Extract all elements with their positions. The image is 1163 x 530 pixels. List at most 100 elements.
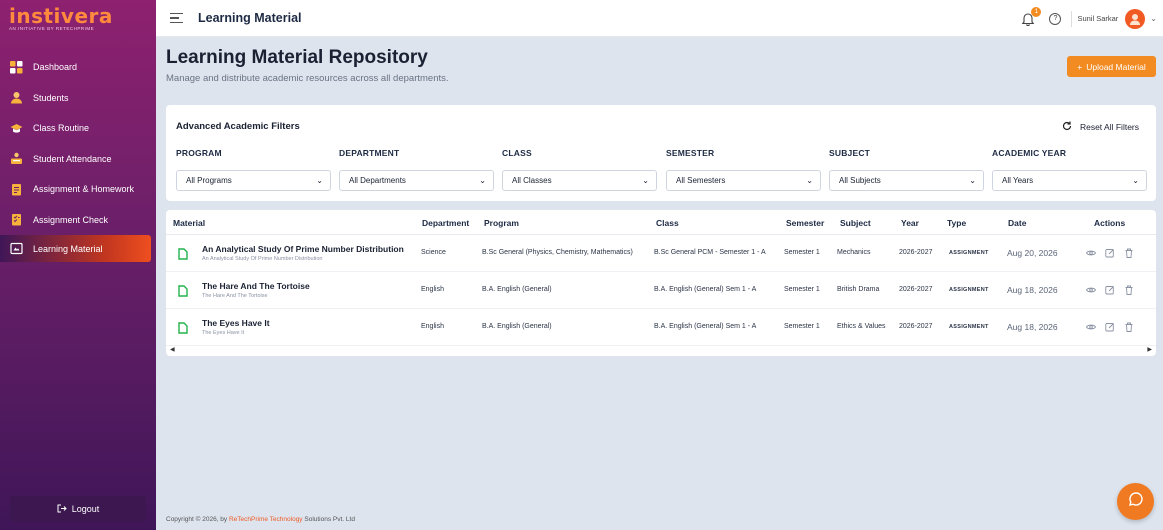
column-header: Class [656, 218, 679, 228]
material-title[interactable]: The Hare And The Tortoise [202, 281, 310, 291]
upload-label: Upload Material [1086, 61, 1146, 72]
footer-copyright: Copyright © 2026, by ReTechPrime Technol… [166, 516, 355, 523]
delete-trash-icon[interactable] [1124, 322, 1134, 332]
cell-date: Aug 18, 2026 [1007, 285, 1058, 295]
filter-label: DEPARTMENT [339, 148, 400, 158]
top-header: Learning Material 1 ? Sunil Sarkar ⌄ [156, 0, 1163, 37]
edit-icon[interactable] [1105, 322, 1115, 332]
view-eye-icon[interactable] [1086, 322, 1096, 332]
page-subtitle: Manage and distribute academic resources… [166, 73, 449, 84]
material-title[interactable]: An Analytical Study Of Prime Number Dist… [202, 244, 404, 254]
filter-class: CLASS All Classes ⌄ [502, 148, 657, 191]
sidebar-item-label: Student Attendance [33, 153, 112, 164]
filter-program: PROGRAM All Programs ⌄ [176, 148, 331, 191]
sidebar-item-assignment-homework[interactable]: Assignment & Homework [0, 174, 156, 205]
horizontal-scrollbar[interactable]: ◀ ▶ [166, 346, 1156, 355]
sidebar-item-dashboard[interactable]: Dashboard [0, 52, 156, 83]
upload-material-button[interactable]: + Upload Material [1067, 56, 1156, 77]
scroll-left-arrow-icon[interactable]: ◀ [170, 346, 175, 353]
materials-table: Material Department Program Class Semest… [166, 210, 1156, 356]
sidebar-item-student-attendance[interactable]: Student Attendance [0, 144, 156, 175]
header-title: Learning Material [198, 11, 302, 25]
edit-icon[interactable] [1105, 248, 1115, 258]
notification-badge: 1 [1031, 6, 1042, 17]
chevron-down-icon: ⌄ [806, 176, 813, 185]
table-row[interactable]: The Hare And The Tortoise The Hare And T… [166, 272, 1156, 309]
footer-suffix: Solutions Pvt. Ltd [302, 516, 355, 523]
students-icon [10, 91, 23, 104]
chevron-down-icon[interactable]: ⌄ [1150, 14, 1157, 23]
select-value: All Classes [512, 176, 552, 185]
delete-trash-icon[interactable] [1124, 248, 1134, 258]
type-badge: ASSIGNMENT [949, 287, 989, 293]
column-header: Material [173, 218, 206, 228]
user-name[interactable]: Sunil Sarkar [1077, 14, 1118, 23]
cell-department: English [421, 323, 444, 330]
menu-toggle-icon[interactable] [170, 10, 183, 27]
sidebar-item-learning-material[interactable]: Learning Material [0, 235, 151, 262]
row-actions [1086, 285, 1134, 295]
delete-trash-icon[interactable] [1124, 285, 1134, 295]
scroll-right-arrow-icon[interactable]: ▶ [1147, 346, 1152, 353]
brand-logo[interactable]: instivera AN INITIATIVE BY RETECHPRIME [0, 0, 156, 38]
filter-label: PROGRAM [176, 148, 222, 158]
material-title[interactable]: The Eyes Have It [202, 318, 270, 328]
table-header: Material Department Program Class Semest… [166, 210, 1156, 235]
cell-semester: Semester 1 [784, 249, 820, 256]
cell-program: B.A. English (General) [482, 323, 552, 330]
class-select[interactable]: All Classes ⌄ [502, 170, 657, 191]
view-eye-icon[interactable] [1086, 285, 1096, 295]
column-header: Type [947, 218, 967, 228]
filter-semester: SEMESTER All Semesters ⌄ [666, 148, 821, 191]
sidebar-item-assignment-check[interactable]: Assignment Check [0, 205, 156, 236]
footer-prefix: Copyright © 2026, by [166, 516, 229, 523]
header-actions: 1 ? Sunil Sarkar ⌄ [1021, 0, 1157, 37]
sidebar-item-label: Assignment Check [33, 214, 109, 225]
table-row[interactable]: The Eyes Have It The Eyes Have It Englis… [166, 309, 1156, 346]
column-header: Semester [786, 218, 825, 228]
cell-department: Science [421, 249, 446, 256]
cell-semester: Semester 1 [784, 286, 820, 293]
column-header: Department [422, 218, 470, 228]
program-select[interactable]: All Programs ⌄ [176, 170, 331, 191]
refresh-icon [1062, 121, 1072, 133]
chat-bubble-icon [1128, 491, 1144, 512]
notification-bell-icon[interactable]: 1 [1021, 6, 1042, 26]
chevron-down-icon: ⌄ [642, 176, 649, 185]
sidebar-item-class-routine[interactable]: Class Routine [0, 113, 156, 144]
subject-select[interactable]: All Subjects ⌄ [829, 170, 984, 191]
checklist-icon [10, 213, 23, 226]
chat-button[interactable] [1117, 483, 1154, 520]
filters-title: Advanced Academic Filters [176, 121, 300, 132]
logout-button[interactable]: Logout [10, 496, 146, 522]
academic-year-select[interactable]: All Years ⌄ [992, 170, 1147, 191]
table-row[interactable]: An Analytical Study Of Prime Number Dist… [166, 235, 1156, 272]
chevron-down-icon: ⌄ [479, 176, 486, 185]
edit-icon[interactable] [1105, 285, 1115, 295]
sidebar-item-label: Learning Material [33, 243, 103, 254]
type-badge: ASSIGNMENT [949, 324, 989, 330]
help-icon[interactable]: ? [1049, 12, 1062, 25]
logo-text: instivera [9, 4, 113, 28]
logout-icon [57, 504, 67, 515]
document-icon [178, 321, 188, 334]
semester-select[interactable]: All Semesters ⌄ [666, 170, 821, 191]
department-select[interactable]: All Departments ⌄ [339, 170, 494, 191]
footer-company-link[interactable]: ReTechPrime Technology [229, 516, 303, 523]
sidebar-nav: Dashboard Students Class Routine Student… [0, 52, 156, 262]
column-header: Date [1008, 218, 1027, 228]
cell-program: B.A. English (General) [482, 286, 552, 293]
column-header: Subject [840, 218, 871, 228]
sidebar-item-students[interactable]: Students [0, 83, 156, 114]
reset-filters-button[interactable]: Reset All Filters [1062, 121, 1139, 133]
book-icon [10, 242, 23, 255]
avatar[interactable] [1125, 8, 1146, 29]
material-subtitle: An Analytical Study Of Prime Number Dist… [202, 256, 323, 262]
cell-year: 2026-2027 [899, 286, 933, 293]
plus-icon: + [1077, 61, 1083, 72]
graduation-cap-icon [10, 122, 23, 135]
select-value: All Semesters [676, 176, 726, 185]
clipboard-icon [10, 183, 23, 196]
filter-label: SUBJECT [829, 148, 871, 158]
view-eye-icon[interactable] [1086, 248, 1096, 258]
